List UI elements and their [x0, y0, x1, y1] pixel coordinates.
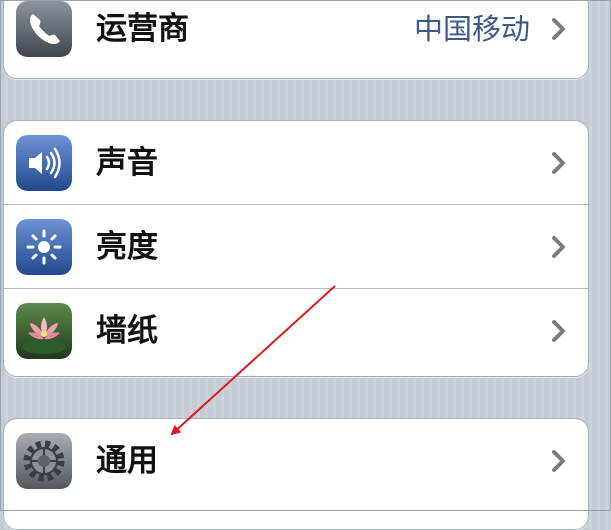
general-label: 通用 [96, 443, 158, 479]
phone-icon [16, 1, 72, 57]
settings-row-sound[interactable]: 声音 [4, 121, 588, 205]
sun-icon [16, 219, 72, 275]
settings-group-carrier: 运营商 中国移动 [3, 0, 589, 79]
settings-row-brightness[interactable]: 亮度 [4, 205, 588, 289]
chevron-right-icon [552, 236, 565, 258]
gear-icon [16, 433, 72, 489]
brightness-label: 亮度 [96, 229, 158, 265]
speaker-icon [16, 135, 72, 191]
settings-group-display: 声音 亮度 墙纸 [3, 120, 589, 377]
settings-row-carrier[interactable]: 运营商 中国移动 [4, 0, 588, 71]
carrier-label: 运营商 [96, 11, 189, 47]
chevron-right-icon [552, 450, 565, 472]
lotus-wallpaper-icon [16, 303, 72, 359]
chevron-right-icon [552, 18, 565, 40]
sound-label: 声音 [96, 145, 158, 181]
settings-row-general[interactable]: 通用 [4, 419, 588, 503]
carrier-value: 中国移动 [413, 12, 530, 46]
chevron-right-icon [552, 152, 565, 174]
wallpaper-label: 墙纸 [96, 313, 158, 349]
settings-row-wallpaper[interactable]: 墙纸 [4, 289, 588, 373]
settings-group-general: 通用 [3, 418, 589, 530]
chevron-right-icon [552, 320, 565, 342]
